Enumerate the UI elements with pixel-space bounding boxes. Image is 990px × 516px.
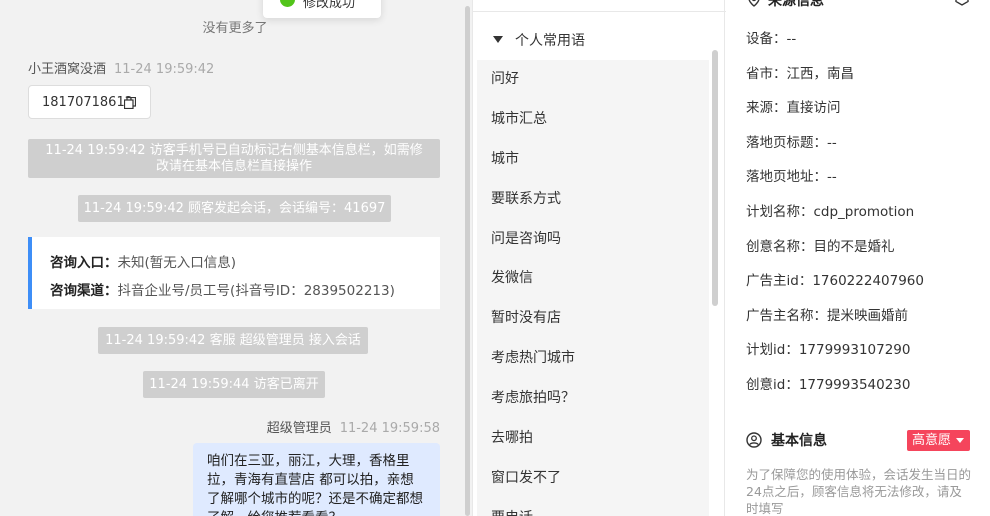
success-toast: 修改成功 [263,0,381,18]
phrase-group-title: 个人常用语 [515,33,585,49]
visitor-time: 11-24 19:59:42 [114,62,215,77]
chevron-down-icon [956,438,964,443]
user-circle-icon [746,432,762,448]
field-source: 来源：直接访问 [746,100,841,117]
field-region: 省市：江西，南昌 [746,65,854,82]
phone-message: 18170718612 [28,85,151,119]
source-fields: 设备：-- 省市：江西，南昌 来源：直接访问 落地页标题：-- 落地页地址：--… [746,22,966,403]
basic-info-header: 基本信息 [746,430,827,450]
field-advertiser-id: 广告主id：1760222407960 [746,273,924,290]
phrase-item[interactable]: 问是咨询吗 [477,219,709,260]
agent-name: 超级管理员 [266,421,332,436]
phrase-item[interactable]: 暂时没有店 [477,299,709,340]
intent-level-label: 高意愿 [912,433,952,448]
system-message: 11-24 19:59:42 顾客发起会话，会话编号：41697 [78,195,391,222]
phrase-item[interactable]: 考虑热门城市 [477,339,709,380]
phrase-item[interactable]: 窗口发不了 [477,458,709,499]
entry-value: 未知(暂无入口信息) [117,255,237,271]
chat-scrollbar[interactable] [465,6,470,516]
settings-icon[interactable] [954,0,970,6]
phrase-item[interactable]: 问好 [477,60,709,100]
location-pin-icon [748,0,760,7]
field-landing-url: 落地页地址：-- [746,169,837,186]
channel-label: 咨询渠道： [50,283,118,299]
phrase-item[interactable]: 发微信 [477,259,709,300]
system-message: 11-24 19:59:42 客服 超级管理员 接入会话 [98,327,368,354]
visitor-name: 小王酒窝没酒 [28,62,107,77]
consult-info-card: 咨询入口：未知(暂无入口信息) 咨询渠道：抖音企业号/员工号(抖音号ID：283… [28,237,440,309]
phrase-item[interactable]: 要电话 [477,498,709,516]
toast-text: 修改成功 [303,0,356,11]
edit-notice: 为了保障您的使用体验，会话发生当日的24点之后，顾客信息将无法修改，请及时填写 [746,467,972,516]
phrase-item[interactable]: 考虑旅拍吗？ [477,379,709,420]
channel-row: 咨询渠道：抖音企业号/员工号(抖音号ID：2839502213) [50,277,440,305]
phrase-list: 问好 城市汇总 城市 要联系方式 问是咨询吗 发微信 暂时没有店 考虑热门城市 … [477,60,709,516]
phrase-item[interactable]: 要联系方式 [477,179,709,220]
phrase-item[interactable]: 城市汇总 [477,99,709,140]
agent-header: 超级管理员 11-24 19:59:58 [267,417,440,436]
channel-value: 抖音企业号/员工号(抖音号ID：2839502213) [117,283,395,299]
phrase-item[interactable]: 城市 [477,139,709,180]
field-plan-name: 计划名称：cdp_promotion [746,203,915,220]
visitor-header: 小王酒窝没酒 11-24 19:59:42 [28,58,214,77]
system-message: 11-24 19:59:44 访客已离开 [143,371,325,398]
intent-level-dropdown[interactable]: 高意愿 [907,430,970,451]
basic-info-title: 基本信息 [771,433,827,449]
field-creative-id: 创意id：1779993540230 [746,376,911,393]
copy-icon[interactable] [124,97,136,109]
phrase-panel: 个人常用语 问好 城市汇总 城市 要联系方式 问是咨询吗 发微信 暂时没有店 考… [472,0,726,516]
chat-panel: 没有更多了 小王酒窝没酒 11-24 19:59:42 18170718612 1… [0,0,472,516]
phrase-scrollbar[interactable] [712,50,718,306]
field-advertiser-name: 广告主名称：提米映画婚前 [746,307,908,324]
field-creative-name: 创意名称：目的不是婚礼 [746,238,895,255]
system-message: 11-24 19:59:42 访客手机号已自动标记右侧基本信息栏，如需修改请在基… [28,139,440,178]
check-circle-icon [280,0,295,7]
caret-down-icon [493,36,503,43]
field-landing-title: 落地页标题：-- [746,134,837,151]
customer-info-panel: 来源信息 设备：-- 省市：江西，南昌 来源：直接访问 落地页标题：-- 落地页… [726,0,990,516]
phone-number: 18170718612 [42,95,133,110]
agent-message-bubble: 咱们在三亚，丽江，大理，香格里拉，青海有直营店 都可以拍，亲想了解哪个城市的呢？… [193,443,440,516]
source-info-title: 来源信息 [768,0,824,9]
field-device: 设备：-- [746,31,797,47]
phrase-item[interactable]: 去哪拍 [477,419,709,459]
entry-label: 咨询入口： [50,255,118,271]
agent-time: 11-24 19:59:58 [339,421,440,436]
phrase-group-header[interactable]: 个人常用语 [493,30,585,50]
entry-row: 咨询入口：未知(暂无入口信息) [50,249,440,277]
source-info-header: 来源信息 [748,0,824,10]
no-more-text: 没有更多了 [202,21,268,36]
field-plan-id: 计划id：1779993107290 [746,342,911,359]
divider [473,11,726,12]
